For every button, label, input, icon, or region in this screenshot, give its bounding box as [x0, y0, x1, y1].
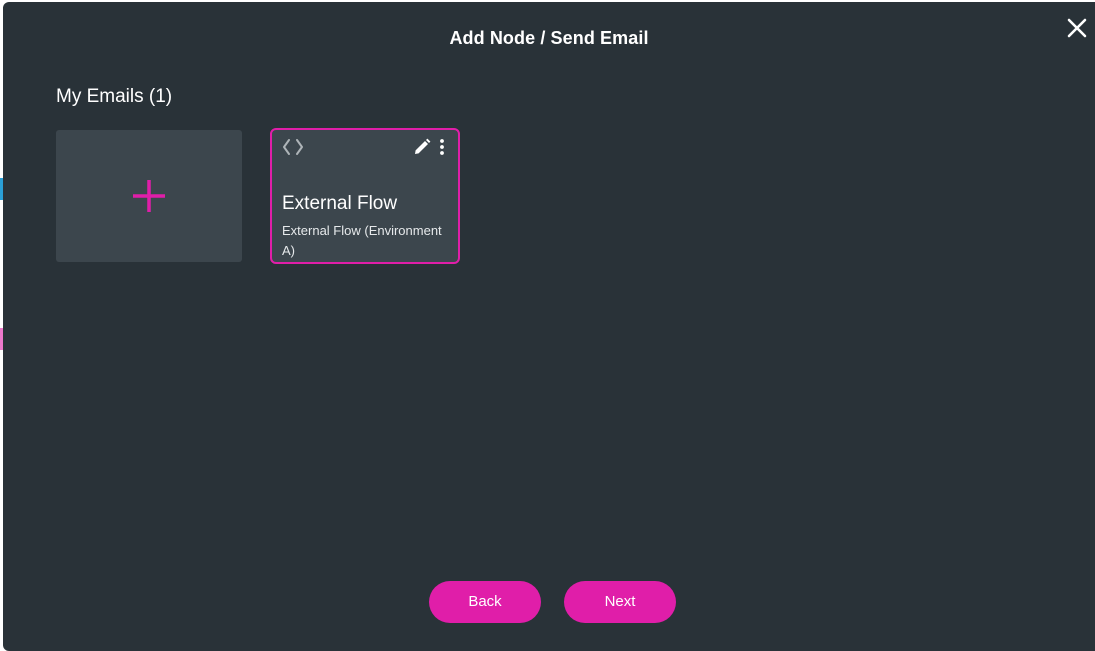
email-card-subtitle: External Flow (Environment A) [282, 223, 442, 258]
close-button[interactable] [1065, 16, 1089, 40]
send-email-modal: Add Node / Send Email My Emails (1) Exte… [3, 2, 1095, 651]
next-button[interactable]: Next [564, 581, 676, 623]
email-card-external-flow[interactable]: External Flow External Flow (Environment… [270, 128, 460, 264]
my-emails-heading: My Emails (1) [56, 86, 173, 107]
email-card-title: External Flow [282, 193, 398, 214]
modal-title: Add Node / Send Email [449, 28, 649, 48]
code-icon [283, 139, 303, 155]
edit-icon[interactable] [413, 138, 431, 156]
plus-icon [133, 180, 165, 212]
more-vertical-icon[interactable] [438, 138, 446, 156]
add-email-card[interactable] [56, 130, 242, 262]
back-button[interactable]: Back [429, 581, 541, 623]
close-icon [1067, 18, 1087, 38]
